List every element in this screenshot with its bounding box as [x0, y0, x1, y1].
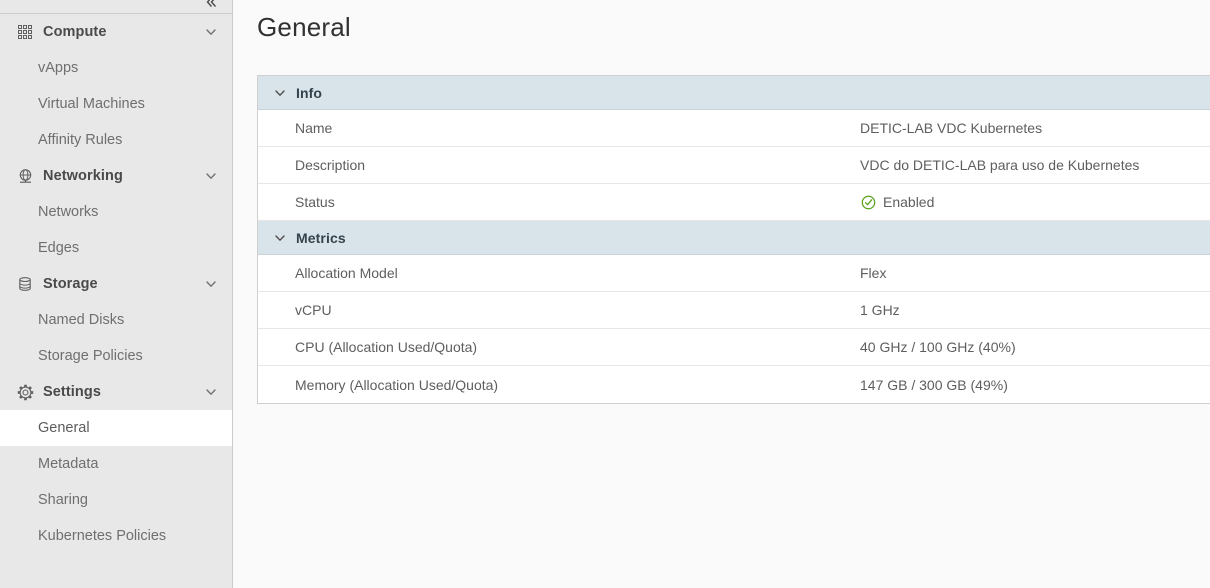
chevron-down-icon[interactable]: [204, 385, 218, 399]
detail-row-label: Allocation Model: [258, 265, 860, 281]
detail-row-label: Memory (Allocation Used/Quota): [258, 377, 860, 393]
sidebar-item-storage-policies[interactable]: Storage Policies: [0, 338, 232, 374]
sidebar-item-label: Metadata: [38, 456, 98, 472]
sidebar-item-label: Named Disks: [38, 312, 124, 328]
sidebar-group-networking[interactable]: Networking: [0, 158, 232, 194]
detail-row-label: vCPU: [258, 302, 860, 318]
detail-row: Memory (Allocation Used/Quota)147 GB / 3…: [258, 366, 1210, 403]
sidebar-group-storage[interactable]: Storage: [0, 266, 232, 302]
section-header-metrics[interactable]: Metrics: [258, 221, 1210, 255]
detail-row-value: Enabled: [860, 194, 1210, 210]
sidebar-item-label: Storage Policies: [38, 348, 143, 364]
grid-icon: [15, 22, 35, 42]
sidebar-header: [0, 0, 232, 14]
sidebar-item-general[interactable]: General: [0, 410, 232, 446]
gear-icon: [17, 384, 34, 401]
sidebar-item-named-disks[interactable]: Named Disks: [0, 302, 232, 338]
globe-icon: [17, 168, 34, 185]
detail-row-value: 40 GHz / 100 GHz (40%): [860, 339, 1210, 355]
detail-row-label: Status: [258, 194, 860, 210]
sidebar-group-label: Settings: [43, 384, 204, 400]
detail-row: CPU (Allocation Used/Quota)40 GHz / 100 …: [258, 329, 1210, 366]
detail-row-label: CPU (Allocation Used/Quota): [258, 339, 860, 355]
chevron-down-icon: [273, 231, 287, 245]
sidebar-item-label: vApps: [38, 60, 78, 76]
detail-row-value-text: 147 GB / 300 GB (49%): [860, 377, 1008, 393]
chevron-down-icon[interactable]: [272, 85, 288, 101]
chevron-down-icon[interactable]: [204, 169, 218, 183]
sidebar-nav: Compute vApps Virtual Machines Affinity Rul…: [0, 14, 232, 554]
detail-row: DescriptionVDC do DETIC-LAB para uso de …: [258, 147, 1210, 184]
detail-row-label: Description: [258, 157, 860, 173]
sidebar-item-label: Sharing: [38, 492, 88, 508]
sidebar-item-label: Edges: [38, 240, 79, 256]
check-circle-icon: [861, 195, 876, 210]
sidebar-group-label: Storage: [43, 276, 204, 292]
database-icon: [17, 276, 33, 292]
sidebar-item-sharing[interactable]: Sharing: [0, 482, 232, 518]
gear-icon: [15, 382, 35, 402]
detail-row-value: Flex: [860, 265, 1210, 281]
section-title: Info: [296, 85, 322, 101]
sidebar-item-kubernetes-policies[interactable]: Kubernetes Policies: [0, 518, 232, 554]
sidebar-item-networks[interactable]: Networks: [0, 194, 232, 230]
section-header-info[interactable]: Info: [258, 76, 1210, 110]
chevron-down-icon[interactable]: [204, 277, 218, 291]
detail-row-value: DETIC-LAB VDC Kubernetes: [860, 120, 1210, 136]
details-panel: InfoNameDETIC-LAB VDC KubernetesDescript…: [257, 75, 1210, 404]
sidebar-collapse-button[interactable]: [200, 0, 222, 13]
app-root: Compute vApps Virtual Machines Affinity Rul…: [0, 0, 1210, 588]
chevron-down-icon: [204, 25, 218, 39]
sidebar-item-label: Networks: [38, 204, 98, 220]
detail-row-value: 1 GHz: [860, 302, 1210, 318]
sidebar-group-compute[interactable]: Compute: [0, 14, 232, 50]
chevron-down-icon: [204, 277, 218, 291]
main-content: General Info NameDETIC-LAB VDC Kubernetes…: [233, 0, 1210, 588]
detail-row-label: Name: [258, 120, 860, 136]
chevron-down-icon: [204, 169, 218, 183]
detail-row: Allocation ModelFlex: [258, 255, 1210, 292]
detail-row-value: VDC do DETIC-LAB para uso de Kubernetes: [860, 157, 1210, 173]
sidebar-group-settings[interactable]: Settings: [0, 374, 232, 410]
detail-row-value-text: VDC do DETIC-LAB para uso de Kubernetes: [860, 157, 1139, 173]
detail-row-value-text: Flex: [860, 265, 886, 281]
page-title: General: [233, 0, 1210, 43]
chevron-down-icon[interactable]: [272, 230, 288, 246]
globe-icon: [15, 166, 35, 186]
sidebar-group-label: Compute: [43, 24, 204, 40]
sidebar-item-vapps[interactable]: vApps: [0, 50, 232, 86]
sidebar-item-edges[interactable]: Edges: [0, 230, 232, 266]
sidebar-group-label: Networking: [43, 168, 204, 184]
chevron-down-icon: [273, 86, 287, 100]
detail-row: vCPU1 GHz: [258, 292, 1210, 329]
section-title: Metrics: [296, 230, 346, 246]
check-circle-icon: [860, 194, 876, 210]
grid-icon: [17, 24, 33, 40]
sidebar-item-virtual-machines[interactable]: Virtual Machines: [0, 86, 232, 122]
detail-row-value-text: DETIC-LAB VDC Kubernetes: [860, 120, 1042, 136]
sidebar-item-label: General: [38, 420, 90, 436]
sidebar-item-label: Virtual Machines: [38, 96, 145, 112]
sidebar-item-label: Kubernetes Policies: [38, 528, 166, 544]
sidebar-item-affinity-rules[interactable]: Affinity Rules: [0, 122, 232, 158]
detail-row-value: 147 GB / 300 GB (49%): [860, 377, 1210, 393]
chevron-down-icon[interactable]: [204, 25, 218, 39]
detail-row: Status Enabled: [258, 184, 1210, 221]
sidebar-item-label: Affinity Rules: [38, 132, 122, 148]
chevron-down-icon: [204, 385, 218, 399]
detail-row-value-text: Enabled: [883, 194, 934, 210]
sidebar-item-metadata[interactable]: Metadata: [0, 446, 232, 482]
database-icon: [15, 274, 35, 294]
detail-row-value-text: 40 GHz / 100 GHz (40%): [860, 339, 1016, 355]
detail-row-value-text: 1 GHz: [860, 302, 900, 318]
double-chevron-left-icon: [203, 0, 219, 10]
sidebar: Compute vApps Virtual Machines Affinity Rul…: [0, 0, 233, 588]
detail-row: NameDETIC-LAB VDC Kubernetes: [258, 110, 1210, 147]
